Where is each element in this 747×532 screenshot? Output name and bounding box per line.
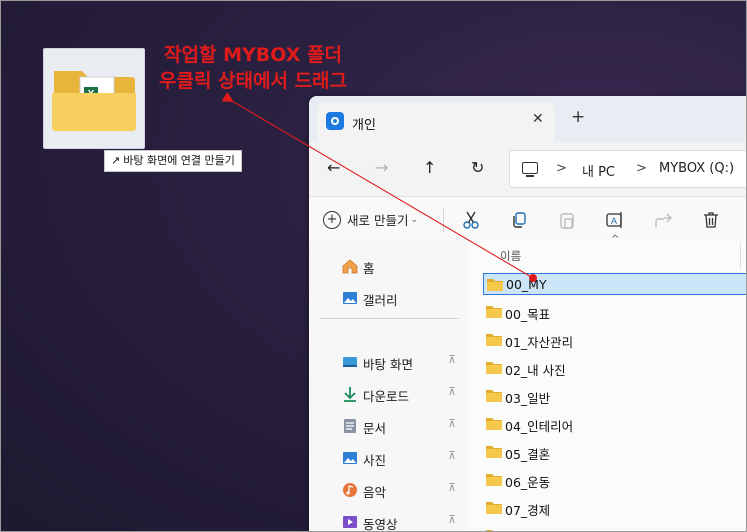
drag-path-overlay: [221, 91, 537, 282]
drag-arrow-line: [221, 91, 534, 279]
drag-start-dot: [529, 274, 537, 282]
